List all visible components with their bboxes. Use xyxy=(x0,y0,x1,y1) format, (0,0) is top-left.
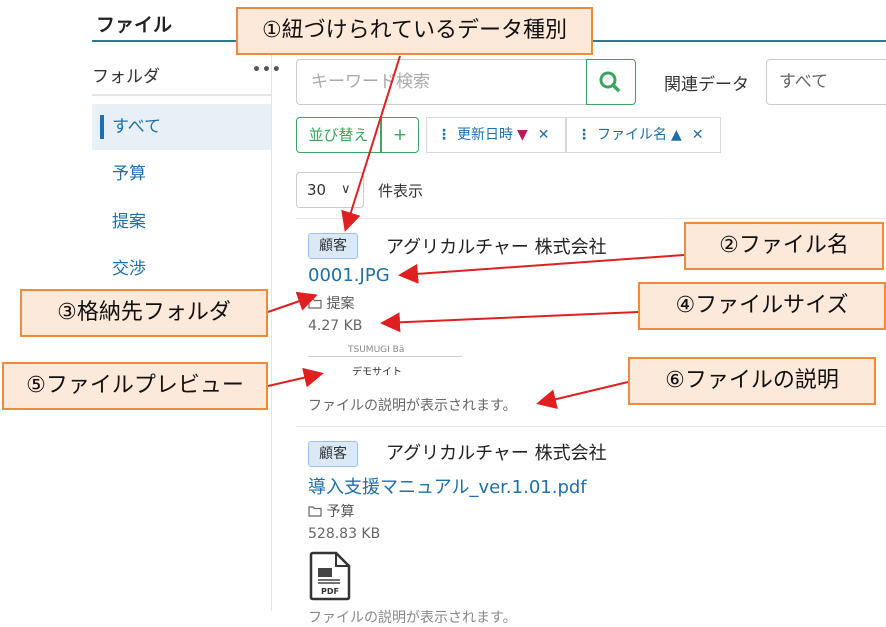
arrow-3 xyxy=(267,291,318,313)
callout-file-name: ②ファイル名 xyxy=(684,222,884,270)
callout-description: ⑥ファイルの説明 xyxy=(628,357,876,405)
arrow-5 xyxy=(267,367,324,388)
callout-data-type: ①紐づけられているデータ種別 xyxy=(236,7,593,55)
callout-file-size: ④ファイルサイズ xyxy=(638,282,886,330)
arrow-4 xyxy=(380,311,639,333)
arrow-2 xyxy=(398,254,685,284)
arrow-6 xyxy=(536,381,629,410)
arrow-1 xyxy=(341,55,401,232)
callout-preview: ⑤ファイルプレビュー xyxy=(2,362,268,410)
callout-folder: ③格納先フォルダ xyxy=(20,289,268,337)
